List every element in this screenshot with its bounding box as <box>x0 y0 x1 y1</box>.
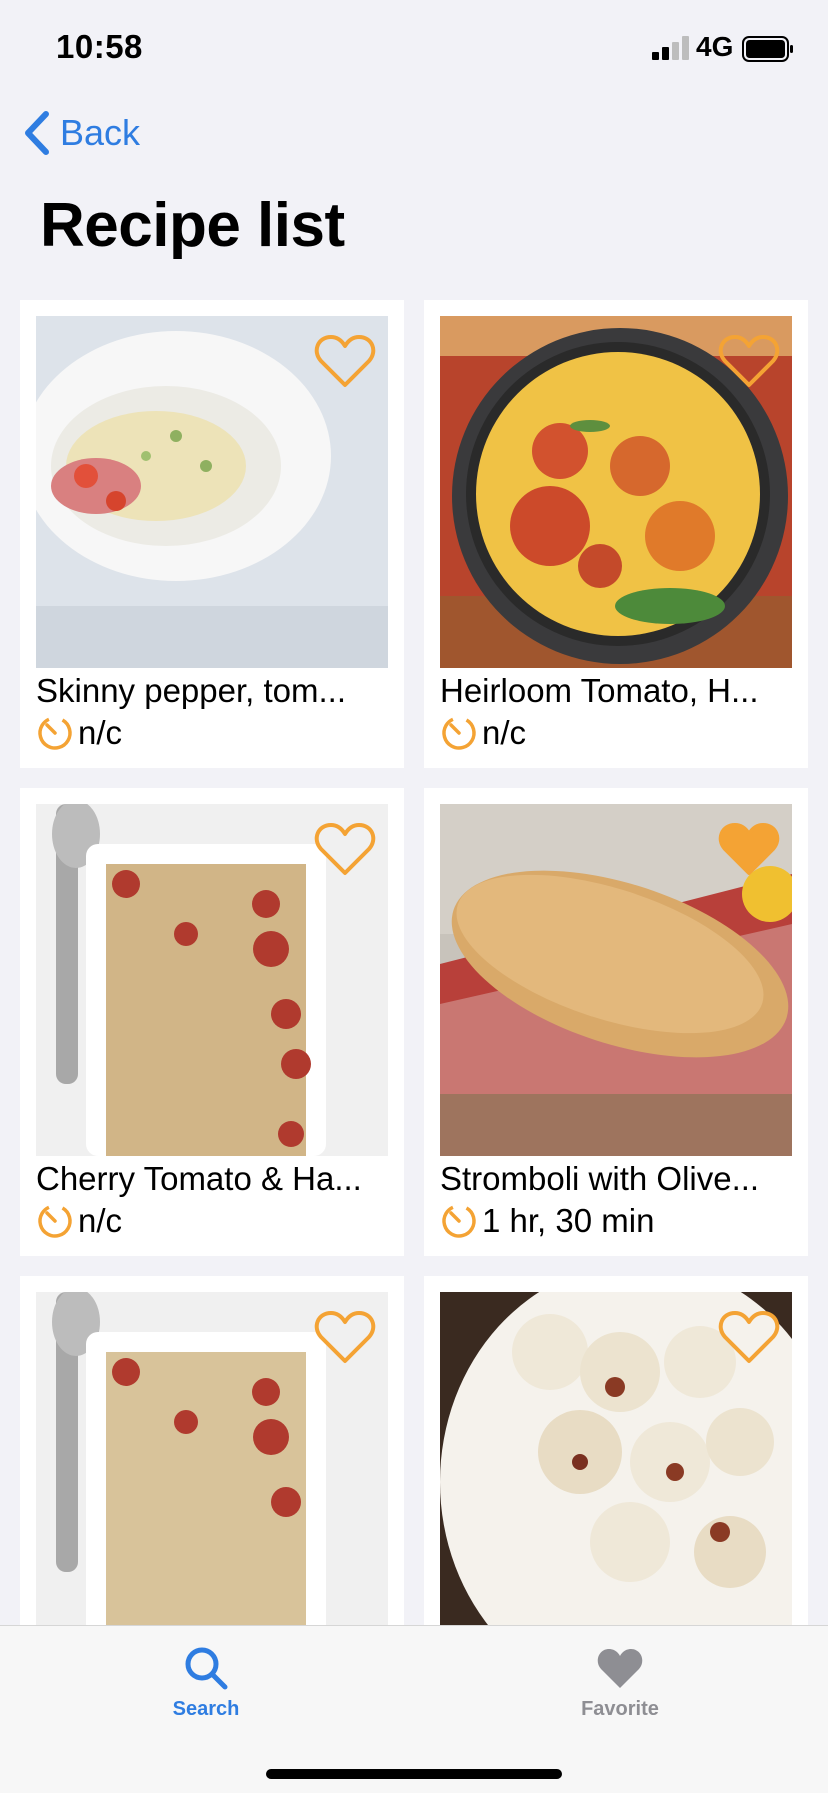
recipe-card[interactable]: Cherry Tomato & Ha... n/c <box>20 788 404 1256</box>
recipe-card[interactable]: Skinny pepper, tom... n/c <box>20 300 404 768</box>
recipe-time-text: n/c <box>78 1202 123 1239</box>
recipe-card[interactable]: Stromboli with Olive... 1 hr, 30 min <box>424 788 808 1256</box>
recipe-card[interactable] <box>424 1276 808 1625</box>
heart-icon[interactable] <box>314 332 376 390</box>
recipe-title: Skinny pepper, tom... <box>36 672 347 709</box>
recipe-title: Heirloom Tomato, H... <box>440 672 759 709</box>
heart-icon <box>597 1649 643 1688</box>
timer-icon <box>38 1204 72 1238</box>
tab-search[interactable]: Search <box>106 1644 306 1721</box>
recipe-title: Stromboli with Olive... <box>440 1160 760 1197</box>
heart-icon[interactable] <box>718 1308 780 1366</box>
recipe-time: n/c <box>36 714 122 752</box>
search-icon <box>185 1647 228 1690</box>
recipe-title: Cherry Tomato & Ha... <box>36 1160 362 1197</box>
timer-icon <box>38 716 72 750</box>
heart-icon[interactable] <box>718 332 780 390</box>
recipe-time: 1 hr, 30 min <box>440 1202 654 1240</box>
heart-icon[interactable] <box>314 1308 376 1366</box>
recipe-time: n/c <box>36 1202 122 1240</box>
tab-search-label: Search <box>172 1698 240 1720</box>
timer-icon <box>442 716 476 750</box>
tab-favorite[interactable]: Favorite <box>520 1644 720 1721</box>
heart-icon[interactable] <box>314 820 376 878</box>
tab-favorite-label: Favorite <box>581 1698 659 1720</box>
home-indicator <box>266 1769 562 1779</box>
timer-icon <box>442 1204 476 1238</box>
heart-icon[interactable] <box>718 820 780 878</box>
recipe-time: n/c <box>440 714 526 752</box>
recipe-grid: Skinny pepper, tom... n/c Heirloom Tomat… <box>0 0 828 1625</box>
recipe-time-text: 1 hr, 30 min <box>482 1202 655 1239</box>
recipe-time-text: n/c <box>482 714 527 751</box>
tab-bar: Search Favorite <box>0 1625 828 1793</box>
recipe-card[interactable] <box>20 1276 404 1625</box>
recipe-card[interactable]: Heirloom Tomato, H... n/c <box>424 300 808 768</box>
recipe-time-text: n/c <box>78 714 123 751</box>
